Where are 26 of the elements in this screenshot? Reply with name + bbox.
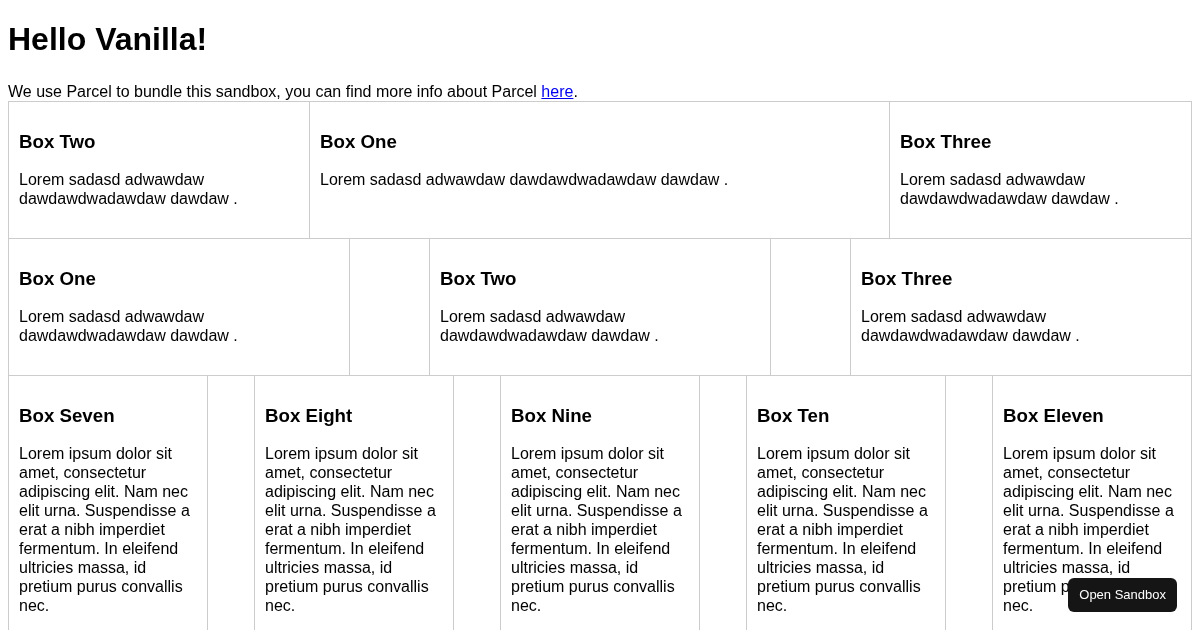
card-title: Box Three [900,131,992,153]
here-link[interactable]: here [541,83,574,100]
card-text: Lorem sadasd adwawdaw dawdawdwadawdaw dawdaw . [900,170,1120,208]
card-title: Box Eight [265,405,353,427]
card-text: Lorem ipsum dolor sit amet, consectetur adipiscing elit. Nam nec elit urna. Suspendisse a erat a nibh imperdiet fermentum. In eleifend ultricies massa, id pretium purus convallis nec. [265,444,437,615]
card-text: Lorem sadasd adwawdaw dawdawdwadawdaw dawdaw . [861,307,1081,345]
card-title: Box Two [19,131,96,153]
card-text: Lorem sadasd adwawdaw dawdawdwadawdaw dawdaw . [19,170,239,208]
card-text: Lorem ipsum dolor sit amet, consectetur adipiscing elit. Nam nec elit urna. Suspendisse a erat a nibh imperdiet fermentum. In eleifend ultricies massa, id pretium purus convallis nec. [757,444,929,615]
card-title: Box Two [440,268,517,290]
page-title: Hello Vanilla! [8,20,208,58]
card-text: nec. [1003,596,1034,615]
card-title: Box Ten [757,405,830,427]
card-title: Box Nine [511,405,592,427]
intro-text: We use Parcel to bundle this sandbox, you can find more info about Parcel here. [8,83,578,101]
card-text: Lorem sadasd adwawdaw dawdawdwadawdaw dawdaw . [440,307,660,345]
card-text: Lorem sadasd adwawdaw dawdawdwadawdaw dawdaw . [320,170,730,189]
card-title: Box Eleven [1003,405,1104,427]
card-title: Box One [320,131,397,153]
card-text: Lorem ipsum dolor sit amet, consectetur adipiscing elit. Nam nec elit urna. Suspendisse a erat a nibh imperdiet fermentum. In eleifend ultricies massa, id pretium purus convallis nec. [511,444,683,615]
card-title: Box Three [861,268,953,290]
open-sandbox-button[interactable]: Open Sandbox [1068,578,1177,612]
card-text: Lorem ipsum dolor sit amet, consectetur adipiscing elit. Nam nec elit urna. Suspendisse a erat a nibh imperdiet fermentum. In eleifend ultricies massa, id pretium purus convallis nec. [19,444,191,615]
card-title: Box One [19,268,96,290]
card-text: Lorem sadasd adwawdaw dawdawdwadawdaw dawdaw . [19,307,239,345]
card-title: Box Seven [19,405,115,427]
